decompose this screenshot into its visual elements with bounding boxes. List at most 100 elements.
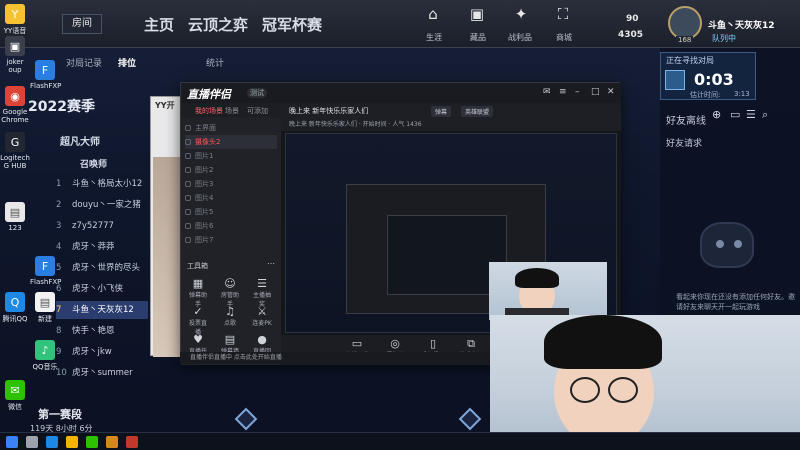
wechat-icon[interactable]: ✉ 微信 <box>0 380 30 412</box>
scene-item[interactable]: 图片2 <box>185 163 277 177</box>
leaderboard-row[interactable]: 10 虎牙丶summer <box>56 364 152 382</box>
season-title: 2022赛季 <box>28 99 95 115</box>
leaderboard-row[interactable]: 3 z7y52777 <box>56 217 152 235</box>
desktop-icon-label: 微信 <box>8 403 22 411</box>
pk-tool-icon[interactable]: ⚔ 连麦PK <box>251 305 273 327</box>
explorer-icon[interactable] <box>66 436 78 448</box>
room-chip[interactable]: 弹幕 <box>431 106 452 117</box>
list-icon[interactable]: ☰ <box>746 108 756 121</box>
more-icon[interactable]: ⋯ <box>267 259 275 268</box>
friend-requests-header[interactable]: 好友请求 <box>666 136 702 149</box>
vote-tool-icon[interactable]: ✓ 投票直播 <box>187 305 209 336</box>
maximize-icon[interactable]: □ <box>591 87 600 97</box>
visibility-icon[interactable] <box>185 125 191 131</box>
start-icon[interactable] <box>6 436 18 448</box>
minimize-icon[interactable]: – <box>575 87 580 97</box>
flashfxp-icon[interactable]: F FlashFXP <box>30 60 62 90</box>
close-icon[interactable]: ✕ <box>607 87 615 97</box>
scene-label: 图片7 <box>195 236 214 244</box>
lol-taskbar-icon[interactable] <box>106 436 118 448</box>
leaderboard-row[interactable]: 6 虎牙丶小飞侠 <box>56 280 152 298</box>
shop-icon[interactable]: ⛶ <box>552 6 574 30</box>
visibility-icon[interactable] <box>185 223 191 229</box>
leaderboard-row[interactable]: 7 斗鱼丶天灰灰12 <box>56 301 148 319</box>
tab-addable[interactable]: 可添加 <box>247 106 268 116</box>
scene-item[interactable]: 图片7 <box>185 233 277 247</box>
tool-glyph: ♫ <box>225 305 235 318</box>
subnav-ranked[interactable]: 排位 <box>118 56 136 69</box>
stream-app-titlebar[interactable]: 直播伴侣 测试 ✉ ≡ – □ ✕ <box>181 83 621 103</box>
leaderboard-player-name: 虎牙丶summer <box>72 368 133 378</box>
visibility-icon[interactable] <box>185 237 191 243</box>
desktop-icon-label: FlashFXP <box>30 82 62 90</box>
stream-taskbar-icon[interactable] <box>126 436 138 448</box>
scene-item[interactable]: 摄像头2 <box>185 135 277 149</box>
room-meta: 晚上来 新年快乐乐家人们 · 开始时间 · 人气 1436 <box>289 121 422 128</box>
file-icon[interactable]: ▤ 123 <box>0 202 30 232</box>
scene-item[interactable]: 图片5 <box>185 205 277 219</box>
scene-label: 主界面 <box>195 124 216 132</box>
leaderboard-row[interactable]: 9 虎牙丶jkw <box>56 343 152 361</box>
room-category[interactable]: 英雄联盟 <box>461 106 494 117</box>
tool-glyph: ☰ <box>257 277 267 290</box>
menu-icon[interactable]: ≡ <box>559 87 567 97</box>
room-title[interactable]: 晚上来 新年快乐乐家人们 <box>289 106 368 116</box>
logitech-icon[interactable]: G Logitech G HUB <box>0 132 30 170</box>
friends-offline-header[interactable]: 好友离线 <box>666 112 706 127</box>
tool-glyph: ● <box>257 333 267 346</box>
desktop-icon-label: joker oup <box>6 58 24 74</box>
wechat-taskbar-icon[interactable] <box>86 436 98 448</box>
joker-icon[interactable]: ▣ joker oup <box>0 36 30 74</box>
profile-avatar[interactable] <box>668 6 702 40</box>
scene-item[interactable]: 图片3 <box>185 177 277 191</box>
qq-icon[interactable]: Q 腾讯QQ <box>0 292 30 324</box>
leaderboard-row[interactable]: 4 虎牙丶莽莽 <box>56 238 152 256</box>
visibility-icon[interactable] <box>185 209 191 215</box>
leaderboard-row[interactable]: 8 快手丶艳恩 <box>56 322 152 340</box>
windows-taskbar <box>0 432 800 450</box>
scene-tabs: 我的场景 场景 可添加 <box>181 103 281 117</box>
nav-clash[interactable]: 冠军杯赛 <box>262 14 322 35</box>
search-taskbar-icon[interactable] <box>26 436 38 448</box>
nav-home[interactable]: 主页 <box>144 14 174 35</box>
empty-friends-mascot-icon <box>700 222 754 268</box>
edge-icon[interactable] <box>46 436 58 448</box>
lottery-tool-icon[interactable]: ☰ 主播抽奖 <box>251 277 273 308</box>
leaderboard-row[interactable]: 2 douyu丶一家之猪 <box>56 196 152 214</box>
add-friend-icon[interactable]: ⊕ <box>712 108 721 121</box>
scene-item[interactable]: 图片6 <box>185 219 277 233</box>
scene-item[interactable]: 主界面 <box>185 121 277 135</box>
visibility-icon[interactable] <box>185 167 191 173</box>
yy-icon[interactable]: Y YY语音 <box>0 4 30 36</box>
subnav-stats[interactable]: 统计 <box>206 56 224 69</box>
tab-scenes[interactable]: 场景 <box>225 106 239 116</box>
leaderboard-row[interactable]: 1 斗鱼丶格局太小12 <box>56 175 152 193</box>
gift-icon[interactable]: ✉ <box>543 87 551 97</box>
folder-icon[interactable]: ▭ <box>730 108 740 121</box>
music-tool-icon[interactable]: ♫ 点歌 <box>219 305 241 327</box>
visibility-icon[interactable] <box>185 181 191 187</box>
yy-window[interactable]: YY开 <box>150 96 184 357</box>
visibility-icon[interactable] <box>185 139 191 145</box>
trophy-icon[interactable]: ✦ <box>510 6 532 30</box>
bag-icon[interactable]: ▣ <box>466 6 488 30</box>
leaderboard-row[interactable]: 5 虎牙丶世界的尽头 <box>56 259 152 277</box>
home-icon[interactable]: ⌂ <box>422 6 444 30</box>
nav-tft[interactable]: 云顶之弈 <box>188 14 248 35</box>
leaderboard-rank: 6 <box>56 284 62 294</box>
tab-my-scenes[interactable]: 我的场景 <box>195 106 223 116</box>
room-tag[interactable]: 房间 <box>62 14 102 34</box>
chrome-icon[interactable]: ◉ Google Chrome <box>0 86 30 124</box>
person-tool-icon[interactable]: ☺ 房管助手 <box>219 277 241 308</box>
visibility-icon[interactable] <box>185 195 191 201</box>
flashfxp-tile: F <box>35 60 55 80</box>
subnav-match-history[interactable]: 对局记录 <box>66 56 102 69</box>
empty-friends-text: 看起来你现在还没有添加任何好友。邀请好友来聊天开一起玩游戏 <box>676 293 795 311</box>
scene-item[interactable]: 图片4 <box>185 191 277 205</box>
tool-glyph: ⚔ <box>257 305 267 318</box>
toolbox-title: 工具箱 <box>187 262 208 270</box>
gift-tool-icon[interactable]: ▦ 弹幕助手 <box>187 277 209 308</box>
visibility-icon[interactable] <box>185 153 191 159</box>
scene-item[interactable]: 图片1 <box>185 149 277 163</box>
search-icon[interactable]: ⌕ <box>762 108 768 122</box>
